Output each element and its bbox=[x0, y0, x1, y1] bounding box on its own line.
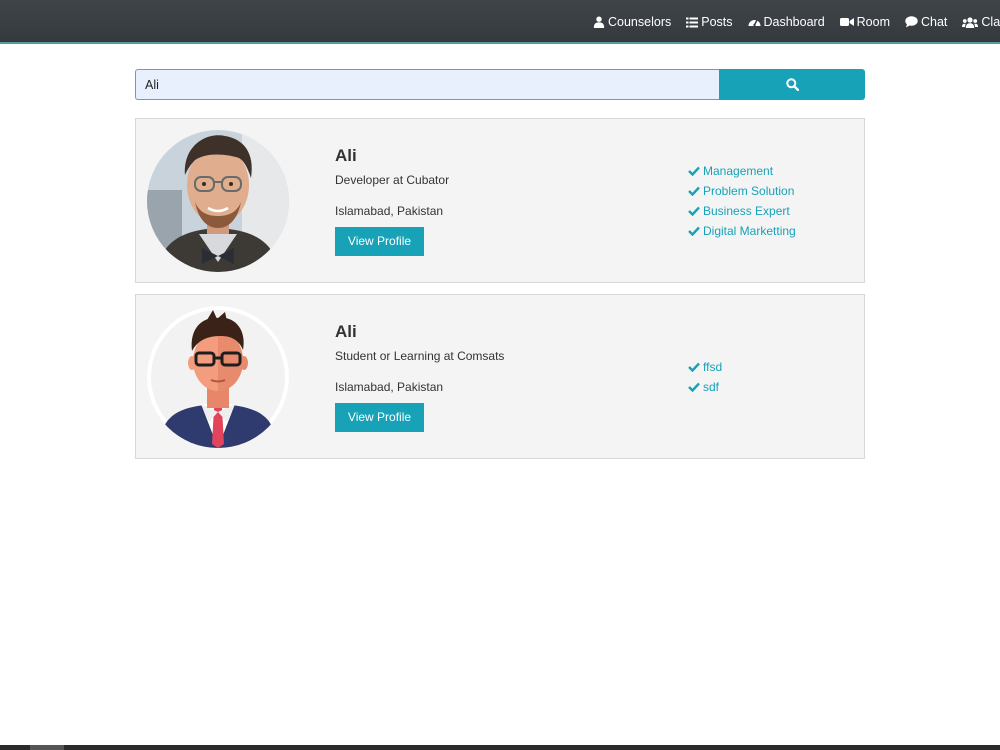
nav-label: Counselors bbox=[608, 15, 672, 29]
avatar bbox=[147, 306, 289, 448]
window-bottom-scrollbar[interactable] bbox=[0, 745, 1000, 750]
nav-label: ClassRo bbox=[981, 15, 1000, 29]
check-icon bbox=[688, 186, 700, 196]
chat-icon bbox=[905, 16, 918, 28]
nav-item-posts[interactable]: Posts bbox=[686, 15, 733, 29]
search-bar bbox=[135, 69, 865, 100]
avatar bbox=[147, 130, 289, 272]
skill-item: Management bbox=[688, 161, 796, 181]
search-input[interactable] bbox=[135, 69, 719, 100]
user-icon bbox=[593, 16, 605, 28]
nav-item-classroom[interactable]: ClassRo bbox=[962, 15, 1000, 29]
skill-item: Problem Solution bbox=[688, 181, 796, 201]
skill-item: sdf bbox=[688, 377, 722, 397]
search-icon bbox=[785, 78, 799, 91]
nav-item-room[interactable]: Room bbox=[839, 15, 890, 29]
profile-headline: Student or Learning at Comsats bbox=[335, 349, 505, 363]
nav-item-chat[interactable]: Chat bbox=[905, 15, 947, 29]
illustrated-avatar bbox=[147, 306, 289, 448]
skill-label: Problem Solution bbox=[703, 184, 795, 198]
nav-item-dashboard[interactable]: Dashboard bbox=[748, 15, 825, 29]
nav-label: Posts bbox=[701, 15, 733, 29]
nav-label: Room bbox=[856, 15, 890, 29]
check-icon bbox=[688, 382, 700, 392]
check-icon bbox=[688, 362, 700, 372]
skill-item: ffsd bbox=[688, 357, 722, 377]
profile-name: Ali bbox=[335, 322, 357, 341]
skill-label: sdf bbox=[703, 380, 720, 394]
skills-list: Management Problem Solution Business Exp… bbox=[688, 161, 796, 241]
skill-label: ffsd bbox=[703, 360, 723, 374]
scrollbar-thumb[interactable] bbox=[30, 745, 64, 750]
photo-avatar bbox=[147, 130, 289, 272]
top-navbar: Counselors Posts Dashboard Room Chat Cla… bbox=[0, 0, 1000, 44]
view-profile-button[interactable]: View Profile bbox=[335, 403, 424, 432]
skill-label: Digital Marketting bbox=[703, 224, 796, 238]
nav-item-counselors[interactable]: Counselors bbox=[593, 15, 671, 29]
profile-name: Ali bbox=[335, 146, 357, 165]
users-icon bbox=[962, 16, 979, 28]
profile-location: Islamabad, Pakistan bbox=[335, 204, 444, 218]
video-icon bbox=[839, 18, 854, 26]
skill-label: Management bbox=[703, 164, 774, 178]
nav-label: Dashboard bbox=[763, 15, 825, 29]
search-button[interactable] bbox=[719, 69, 865, 100]
profile-info: Ali Developer at Cubator Islamabad, Paki… bbox=[335, 146, 449, 256]
skill-label: Business Expert bbox=[703, 204, 790, 218]
result-card: Ali Student or Learning at Comsats Islam… bbox=[135, 294, 865, 459]
dashboard-icon bbox=[748, 19, 760, 27]
view-profile-button[interactable]: View Profile bbox=[335, 227, 424, 256]
list-icon bbox=[686, 17, 699, 27]
check-icon bbox=[688, 206, 700, 216]
skills-list: ffsd sdf bbox=[688, 357, 722, 397]
nav-list: Counselors Posts Dashboard Room Chat Cla… bbox=[593, 0, 1000, 42]
skill-item: Business Expert bbox=[688, 201, 796, 221]
result-card: Ali Developer at Cubator Islamabad, Paki… bbox=[135, 118, 865, 283]
check-icon bbox=[688, 166, 700, 176]
skill-item: Digital Marketting bbox=[688, 221, 796, 241]
profile-info: Ali Student or Learning at Comsats Islam… bbox=[335, 322, 504, 432]
profile-headline: Developer at Cubator bbox=[335, 173, 450, 187]
profile-location: Islamabad, Pakistan bbox=[335, 380, 444, 394]
nav-label: Chat bbox=[921, 15, 948, 29]
check-icon bbox=[688, 226, 700, 236]
